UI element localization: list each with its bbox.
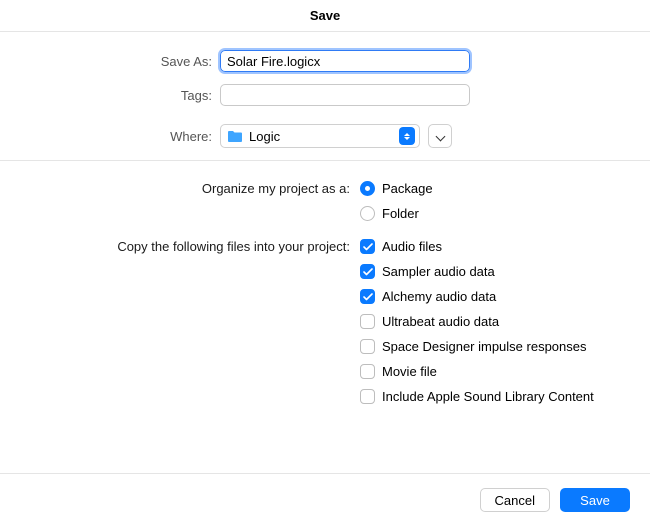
checkbox-label: Audio files <box>382 239 442 254</box>
checkbox-include_apple_sound[interactable]: Include Apple Sound Library Content <box>360 389 594 404</box>
checkbox-label: Movie file <box>382 364 437 379</box>
chevron-down-icon <box>436 132 445 141</box>
window-title: Save <box>0 0 650 32</box>
checkbox-ultrabeat_audio[interactable]: Ultrabeat audio data <box>360 314 594 329</box>
checkbox-audio_files[interactable]: Audio files <box>360 239 594 254</box>
checkbox-space_designer[interactable]: Space Designer impulse responses <box>360 339 594 354</box>
expand-button[interactable] <box>428 124 452 148</box>
checkbox-icon <box>360 239 375 254</box>
checkbox-label: Ultrabeat audio data <box>382 314 499 329</box>
save-as-label: Save As: <box>30 54 220 69</box>
checkbox-icon <box>360 389 375 404</box>
checkbox-icon <box>360 364 375 379</box>
folder-icon <box>227 130 243 143</box>
checkbox-label: Alchemy audio data <box>382 289 496 304</box>
checkbox-label: Sampler audio data <box>382 264 495 279</box>
save-button[interactable]: Save <box>560 488 630 512</box>
radio-package[interactable]: Package <box>360 181 433 196</box>
save-as-input[interactable] <box>220 50 470 72</box>
radio-icon <box>360 206 375 221</box>
checkbox-alchemy_audio[interactable]: Alchemy audio data <box>360 289 594 304</box>
tags-label: Tags: <box>30 88 220 103</box>
tags-input[interactable] <box>220 84 470 106</box>
updown-icon <box>399 127 415 145</box>
checkbox-sampler_audio[interactable]: Sampler audio data <box>360 264 594 279</box>
radio-package-label: Package <box>382 181 433 196</box>
where-select-text: Logic <box>249 129 399 144</box>
where-select[interactable]: Logic <box>220 124 420 148</box>
checkbox-icon <box>360 264 375 279</box>
where-label: Where: <box>30 129 220 144</box>
checkbox-movie_file[interactable]: Movie file <box>360 364 594 379</box>
checkbox-label: Include Apple Sound Library Content <box>382 389 594 404</box>
dialog-footer: Cancel Save <box>0 473 650 526</box>
organize-label: Organize my project as a: <box>30 181 360 196</box>
checkbox-icon <box>360 339 375 354</box>
radio-icon <box>360 181 375 196</box>
checkbox-icon <box>360 289 375 304</box>
checkbox-label: Space Designer impulse responses <box>382 339 587 354</box>
dialog-content: Save As: Tags: Where: Logic Organize <box>0 32 650 473</box>
checkbox-icon <box>360 314 375 329</box>
divider <box>0 160 650 161</box>
radio-folder-label: Folder <box>382 206 419 221</box>
radio-folder[interactable]: Folder <box>360 206 433 221</box>
copy-label: Copy the following files into your proje… <box>30 239 360 254</box>
cancel-button[interactable]: Cancel <box>480 488 550 512</box>
